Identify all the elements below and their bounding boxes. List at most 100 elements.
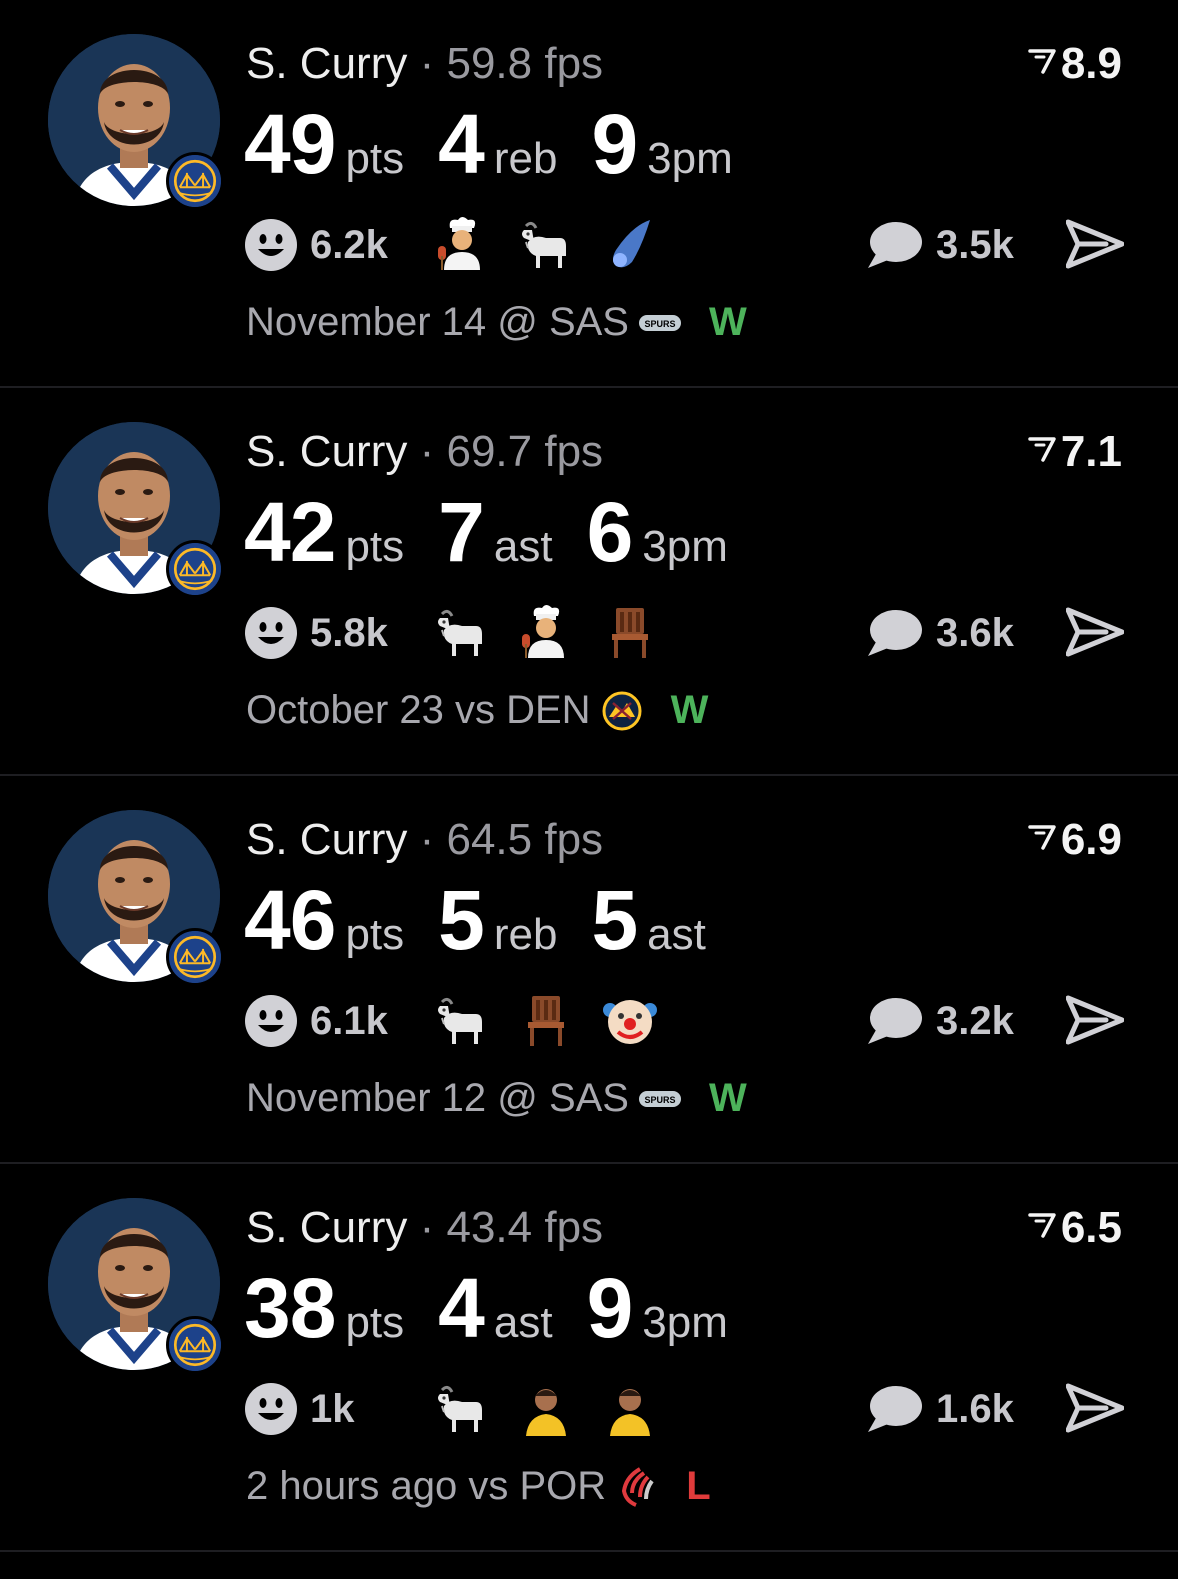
rating[interactable]: 6.9 (1027, 814, 1122, 866)
warriors-logo-icon (166, 540, 224, 598)
share-icon[interactable] (1066, 606, 1124, 658)
stat-unit: ast (493, 1298, 553, 1347)
player-name[interactable]: S. Curry (246, 815, 407, 864)
stat-ast: 5 ast (591, 878, 705, 962)
goat-emoji-icon[interactable] (434, 604, 490, 660)
smile-reaction-icon[interactable] (244, 218, 298, 272)
stat-unit: reb (493, 134, 558, 183)
stat-unit: 3pm (647, 134, 733, 183)
stat-post-card[interactable]: S. Curry · 59.8 fps 8.9 49 pts 4 reb 9 3pm 6.… (0, 0, 1178, 388)
stat-value: 5 (438, 873, 485, 967)
stat-pts: 38 pts (244, 1266, 404, 1350)
custom-player-emoji-icon[interactable] (602, 1380, 658, 1436)
game-text: November 14 @ SAS (246, 300, 629, 344)
warriors-logo-icon (166, 1316, 224, 1374)
nuggets-logo-icon (599, 691, 645, 731)
share-icon[interactable] (1066, 994, 1124, 1046)
stat-value: 49 (244, 97, 336, 191)
fps-value: 64.5 fps (446, 815, 604, 864)
rating[interactable]: 8.9 (1027, 38, 1122, 90)
stat-unit: pts (345, 522, 405, 571)
separator: · (419, 815, 435, 864)
spurs-logo-icon (637, 1079, 683, 1119)
share-icon[interactable] (1066, 218, 1124, 270)
smile-reaction-icon[interactable] (244, 994, 298, 1048)
reaction-row: 1k 1.6k (244, 1380, 1134, 1434)
goat-emoji-icon[interactable] (434, 1380, 490, 1436)
post-header: S. Curry · 59.8 fps (246, 38, 603, 90)
custom-player-emoji-icon[interactable] (518, 1380, 574, 1436)
fps-value: 69.7 fps (446, 427, 604, 476)
warriors-logo-icon (166, 152, 224, 210)
warriors-logo-icon (166, 928, 224, 986)
stat-line: 38 pts 4 ast 9 3pm (244, 1266, 762, 1350)
divider (0, 1550, 1178, 1552)
stat-post-card[interactable]: S. Curry · 64.5 fps 6.9 46 pts 5 reb 5 ast 6.… (0, 776, 1178, 1164)
game-info[interactable]: 2 hours ago vs POR L (246, 1462, 711, 1510)
stat-value: 38 (244, 1261, 336, 1355)
smile-reaction-icon[interactable] (244, 1382, 298, 1436)
stat-unit: pts (345, 910, 405, 959)
share-icon[interactable] (1066, 1382, 1124, 1434)
rating-v-icon (1027, 435, 1057, 463)
reaction-count: 6.1k (310, 999, 388, 1043)
post-header: S. Curry · 69.7 fps (246, 426, 603, 478)
game-result: W (670, 688, 709, 732)
rating-v-icon (1027, 47, 1057, 75)
comment-icon[interactable] (866, 608, 922, 658)
rating[interactable]: 7.1 (1027, 426, 1122, 478)
stat-unit: pts (345, 134, 405, 183)
player-name[interactable]: S. Curry (246, 427, 407, 476)
smile-reaction-icon[interactable] (244, 606, 298, 660)
fps-value: 59.8 fps (446, 39, 604, 88)
stat-reb: 5 reb (438, 878, 557, 962)
chef-emoji-icon[interactable] (518, 604, 574, 660)
separator: · (419, 427, 435, 476)
game-info[interactable]: November 12 @ SAS W (246, 1074, 747, 1122)
rating-value: 6.9 (1060, 815, 1122, 864)
comment-count: 1.6k (936, 1387, 1014, 1431)
stat-value: 4 (438, 97, 485, 191)
stat-unit: reb (493, 910, 558, 959)
stat-value: 9 (586, 1261, 634, 1355)
stat-unit: 3pm (642, 522, 728, 571)
player-name[interactable]: S. Curry (246, 39, 407, 88)
game-info[interactable]: October 23 vs DEN W (246, 686, 708, 734)
comment-icon[interactable] (866, 220, 922, 270)
reaction-row: 6.1k 3.2k (244, 992, 1134, 1046)
stat-post-card[interactable]: S. Curry · 69.7 fps 7.1 42 pts 7 ast 6 3pm 5.… (0, 388, 1178, 776)
clown-emoji-icon[interactable] (602, 992, 658, 1048)
game-info[interactable]: November 14 @ SAS W (246, 298, 747, 346)
stat-post-card[interactable]: S. Curry · 43.4 fps 6.5 38 pts 4 ast 9 3pm 1k… (0, 1164, 1178, 1552)
stat-unit: 3pm (642, 1298, 728, 1347)
stat-ast: 4 ast (438, 1266, 552, 1350)
stat-3pm: 9 3pm (591, 102, 732, 186)
reaction-row: 6.2k 3.5k (244, 216, 1134, 270)
player-name[interactable]: S. Curry (246, 1203, 407, 1252)
rating-value: 6.5 (1060, 1203, 1122, 1252)
stat-pts: 49 pts (244, 102, 404, 186)
rating[interactable]: 6.5 (1027, 1202, 1122, 1254)
goat-emoji-icon[interactable] (434, 992, 490, 1048)
stat-value: 46 (244, 873, 336, 967)
goat-emoji-icon[interactable] (518, 216, 574, 272)
chair-emoji-icon[interactable] (602, 604, 658, 660)
comment-count: 3.6k (936, 611, 1014, 655)
stat-value: 42 (244, 485, 336, 579)
comment-count: 3.5k (936, 223, 1014, 267)
comet-emoji-icon[interactable] (602, 216, 658, 272)
chef-emoji-icon[interactable] (434, 216, 490, 272)
stat-unit: pts (345, 1298, 405, 1347)
rating-value: 8.9 (1060, 39, 1122, 88)
post-header: S. Curry · 43.4 fps (246, 1202, 603, 1254)
reaction-count: 6.2k (310, 223, 388, 267)
comment-icon[interactable] (866, 1384, 922, 1434)
fps-value: 43.4 fps (446, 1203, 604, 1252)
stat-value: 6 (586, 485, 634, 579)
comment-icon[interactable] (866, 996, 922, 1046)
stat-unit: ast (647, 910, 706, 959)
stat-3pm: 9 3pm (587, 1266, 728, 1350)
game-text: October 23 vs DEN (246, 688, 591, 732)
chair-emoji-icon[interactable] (518, 992, 574, 1048)
game-result: W (709, 300, 747, 344)
